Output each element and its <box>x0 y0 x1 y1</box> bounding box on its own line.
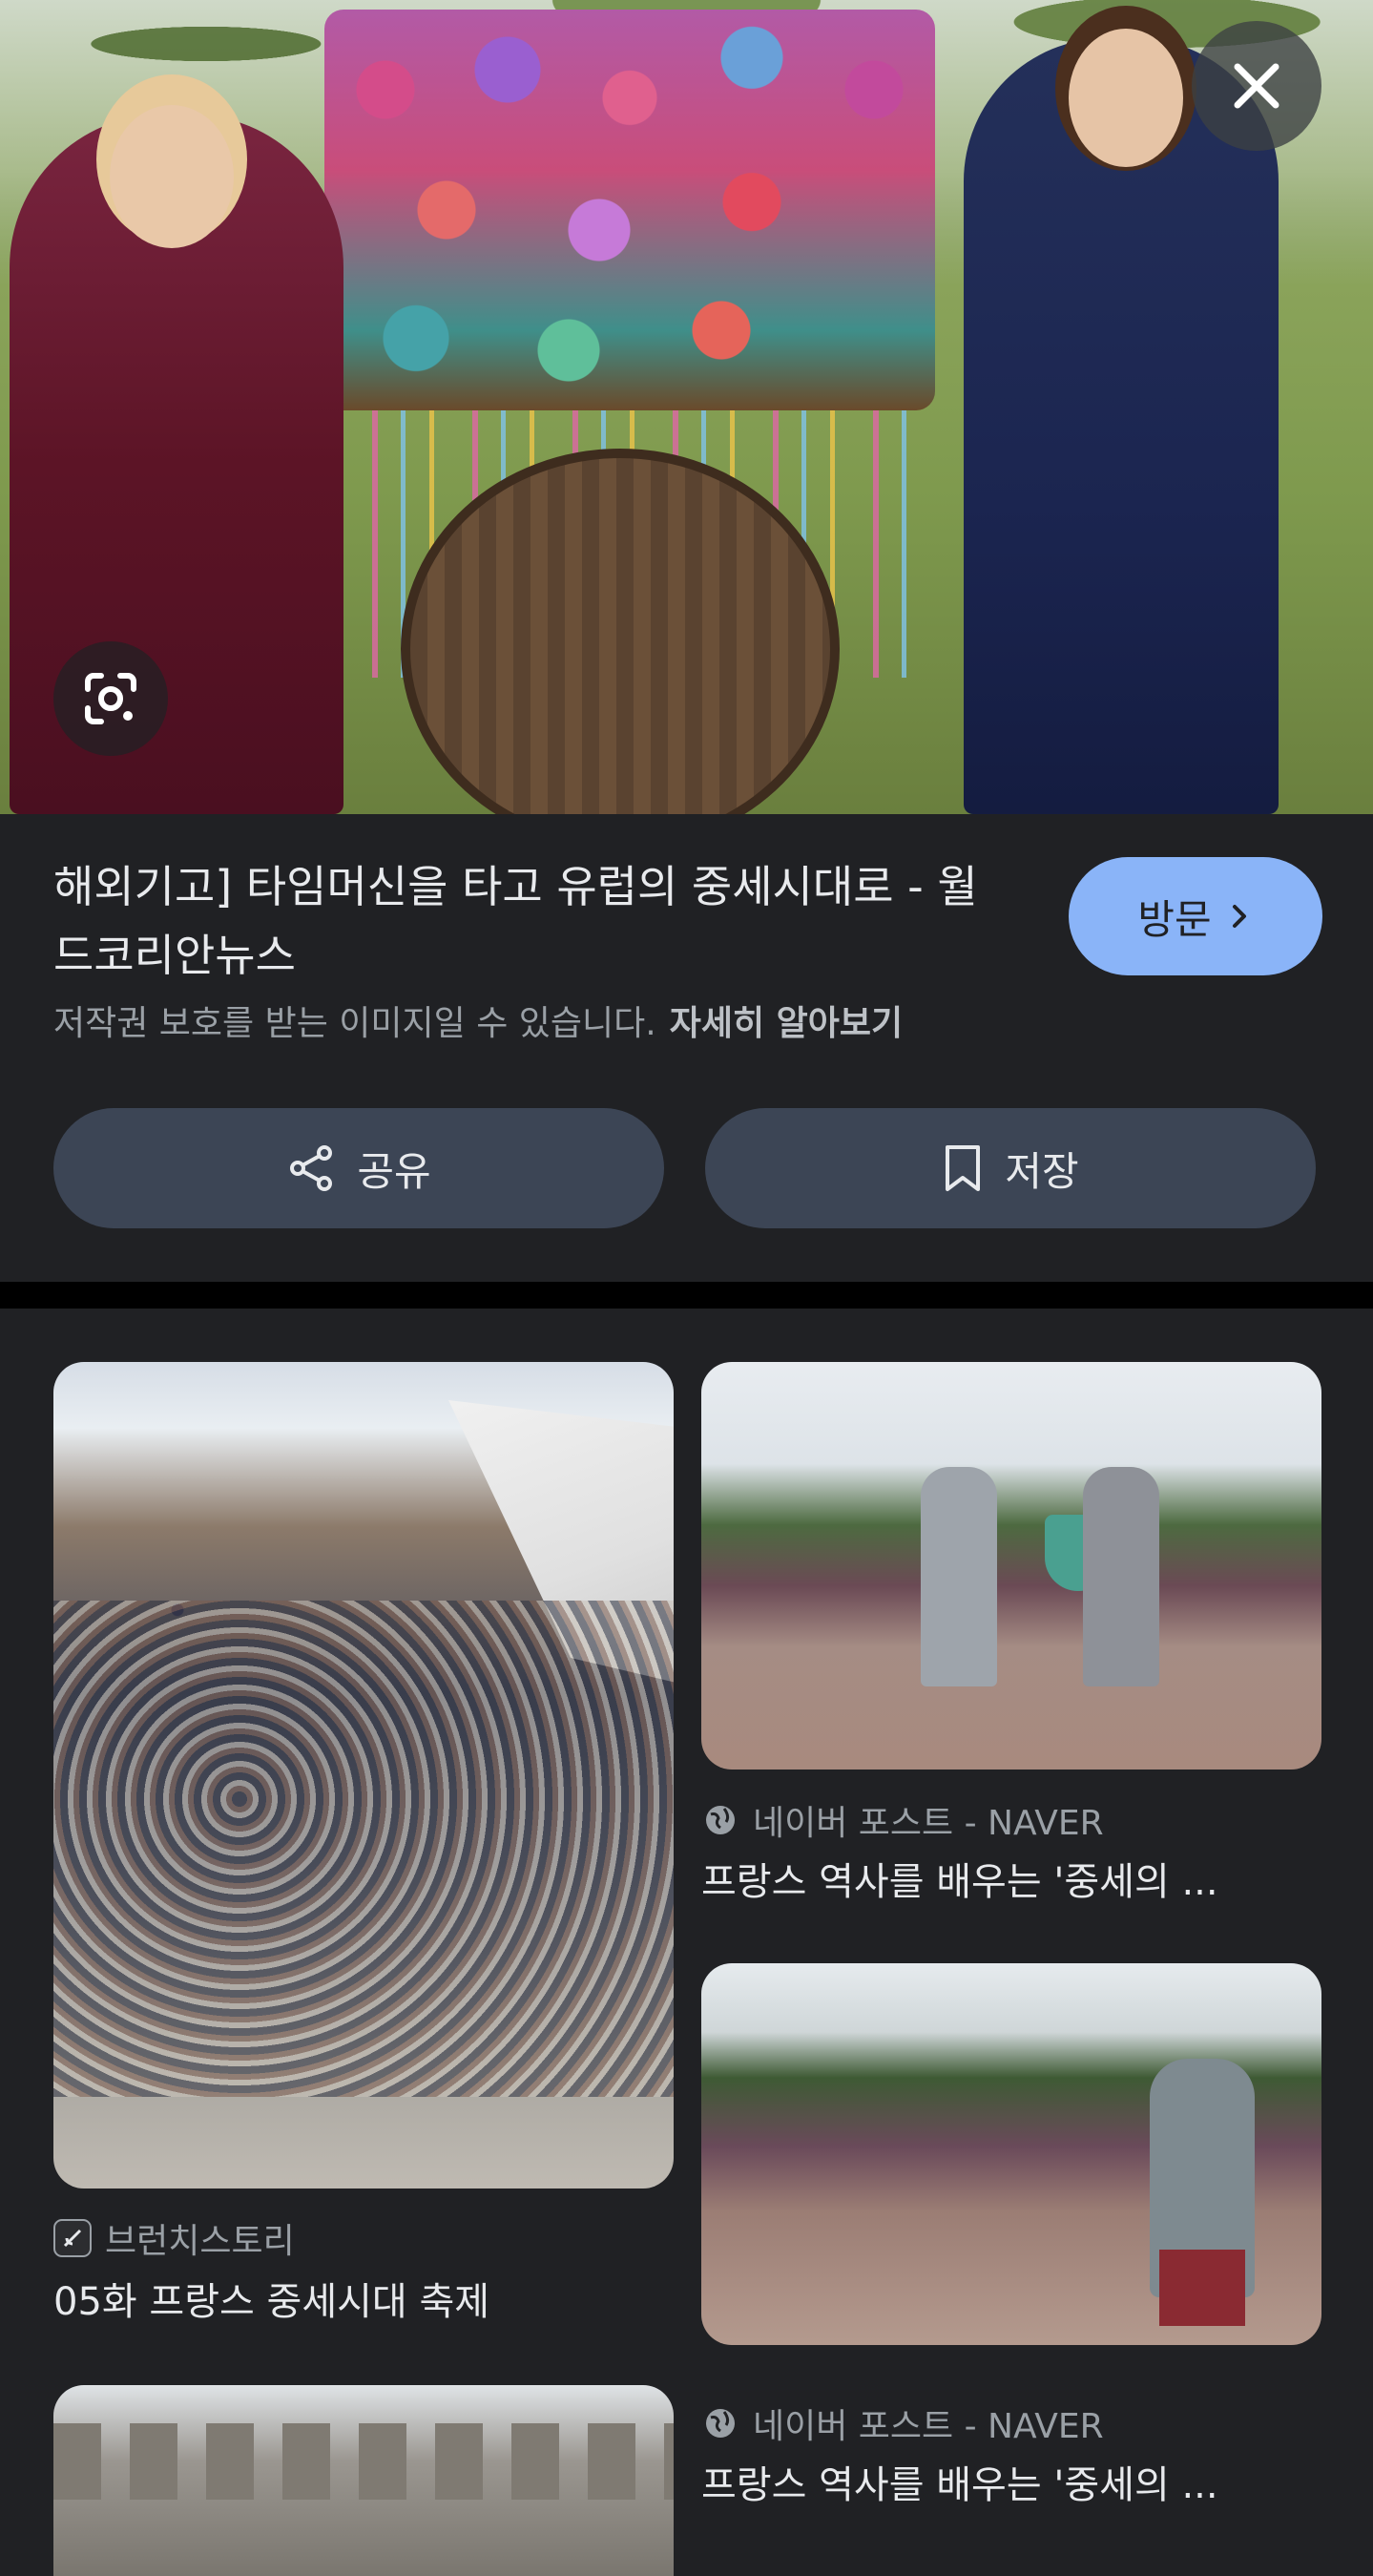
close-button[interactable] <box>1192 21 1321 151</box>
image-flower-cart <box>324 10 935 410</box>
brunch-favicon-icon <box>53 2219 92 2257</box>
learn-more-link[interactable]: 자세히 알아보기 <box>670 1004 903 1043</box>
related-image-1[interactable] <box>53 1362 674 2189</box>
related-image-4[interactable] <box>53 2385 674 2576</box>
chevron-right-icon <box>1232 905 1246 928</box>
related-caption-3[interactable]: 프랑스 역사를 배우는 '중세의 ... <box>701 2454 1321 2509</box>
google-lens-button[interactable] <box>53 641 168 756</box>
share-icon <box>290 1145 333 1191</box>
related-images-grid: 브런치스토리 05화 프랑스 중세시대 축제 네이버 포스트 - NAVER 프… <box>0 1309 1373 2576</box>
share-label: 공유 <box>357 1147 431 1195</box>
related-source-2[interactable]: 네이버 포스트 - NAVER <box>701 1795 1104 1845</box>
related-caption-1[interactable]: 05화 프랑스 중세시대 축제 <box>53 2271 674 2326</box>
globe-icon <box>701 1801 739 1839</box>
result-info-panel: 해외기고] 타임머신을 타고 유럽의 중세시대로 - 월드코리안뉴스 방문 저작… <box>0 814 1373 1282</box>
related-source-1[interactable]: 브런치스토리 <box>53 2213 295 2263</box>
image-woman-right <box>964 29 1279 814</box>
related-source-3-label: 네이버 포스트 - NAVER <box>753 2407 1104 2446</box>
main-image[interactable] <box>0 0 1373 814</box>
related-caption-2[interactable]: 프랑스 역사를 배우는 '중세의 ... <box>701 1851 1321 1906</box>
section-divider <box>0 1282 1373 1309</box>
result-title[interactable]: 해외기고] 타임머신을 타고 유럽의 중세시대로 - 월드코리안뉴스 <box>53 852 1008 990</box>
copyright-text: 저작권 보호를 받는 이미지일 수 있습니다. <box>53 1004 656 1043</box>
bookmark-icon <box>946 1145 981 1191</box>
google-lens-icon <box>85 673 136 724</box>
related-source-3[interactable]: 네이버 포스트 - NAVER <box>701 2398 1104 2448</box>
related-source-1-label: 브런치스토리 <box>105 2222 295 2261</box>
copyright-notice: 저작권 보호를 받는 이미지일 수 있습니다. 자세히 알아보기 <box>53 995 903 1045</box>
visit-label: 방문 <box>1137 895 1212 943</box>
related-source-2-label: 네이버 포스트 - NAVER <box>753 1804 1104 1843</box>
close-icon <box>1234 63 1279 109</box>
visit-button[interactable]: 방문 <box>1069 857 1322 975</box>
related-image-2[interactable] <box>701 1362 1321 1770</box>
related-image-3[interactable] <box>701 1963 1321 2345</box>
globe-icon <box>701 2404 739 2442</box>
save-label: 저장 <box>1005 1147 1079 1195</box>
share-button[interactable]: 공유 <box>53 1108 664 1228</box>
save-button[interactable]: 저장 <box>705 1108 1316 1228</box>
